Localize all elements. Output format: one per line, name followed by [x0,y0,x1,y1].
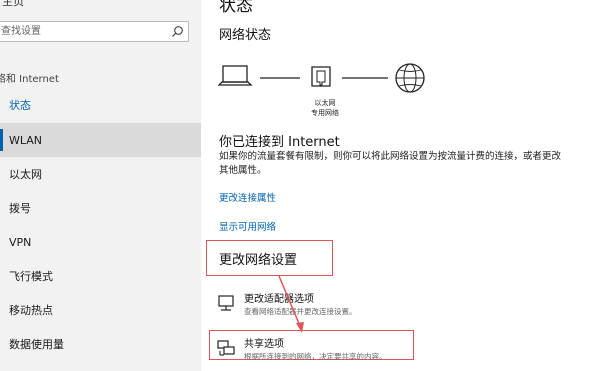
show-available-networks-link[interactable]: 显示可用网络 [219,219,276,233]
connected-heading: 你已连接到 Internet [219,135,340,150]
adapter-options-item[interactable]: 更改适配器选项 查看网络适配器并更改连接设置。 [216,290,416,320]
adapter-options-desc: 查看网络适配器并更改连接设置。 [244,307,357,316]
adapter-options-title: 更改适配器选项 [244,294,314,305]
change-connection-properties-link[interactable]: 更改连接属性 [219,190,276,204]
sidebar-item-wlan[interactable]: WLAN [0,123,201,157]
sidebar-item-ethernet[interactable]: 以太网 [0,157,201,191]
ethernet-label-line1: 以太网 [314,99,336,107]
search-icon[interactable] [171,25,184,38]
connection-description: 如果你的流量套餐有限制，则你可以将此网络设置为按流量计费的连接，或者更改其他属性… [219,151,562,176]
sidebar-item-label: 以太网 [9,168,42,181]
sidebar-item-label: VPN [9,235,32,249]
sharing-options-desc: 根据所连接到的网络，决定要共享的内容。 [244,352,387,361]
sidebar-item-vpn[interactable]: VPN [0,225,201,259]
sidebar-item-status[interactable]: 状态 [0,88,201,122]
home-label[interactable]: 主页 [2,0,24,9]
ethernet-label: 以太网 专用网络 [304,98,346,118]
sharing-options-item[interactable]: 共享选项 根据所连接到的网络，决定要共享的内容。 [216,335,416,365]
change-network-settings-heading: 更改网络设置 [219,253,298,268]
page-title: 状态 [219,0,253,16]
sidebar-item-label: WLAN [9,133,43,147]
sharing-options-title: 共享选项 [244,339,284,350]
sidebar-item-label: 拨号 [9,202,31,215]
sidebar-item-airplane-mode[interactable]: 飞行模式 [0,259,201,293]
sharing-icon [217,340,235,356]
sidebar-item-data-usage[interactable]: 数据使用量 [0,327,201,361]
sidebar-item-label: 数据使用量 [9,338,64,351]
laptop-icon [218,65,253,86]
sidebar-item-label: 飞行模式 [9,270,53,283]
sidebar-item-label: 移动热点 [9,304,53,317]
sidebar-item-mobile-hotspot[interactable]: 移动热点 [0,293,201,327]
network-status-heading: 网络状态 [219,28,272,43]
sidebar: 主页 络和 Internet 状态 WLAN 以太网 拨号 VPN 飞行模式 移… [0,0,201,371]
search-box[interactable] [0,21,189,42]
search-input[interactable] [1,24,171,39]
sidebar-item-label: 状态 [9,99,31,112]
globe-icon [395,63,425,93]
network-adapter-icon [218,295,234,311]
ethernet-label-line2: 专用网络 [311,109,339,117]
ethernet-port-icon [311,66,331,87]
sidebar-item-dialup[interactable]: 拨号 [0,191,201,225]
section-label: 络和 Internet [0,74,59,85]
